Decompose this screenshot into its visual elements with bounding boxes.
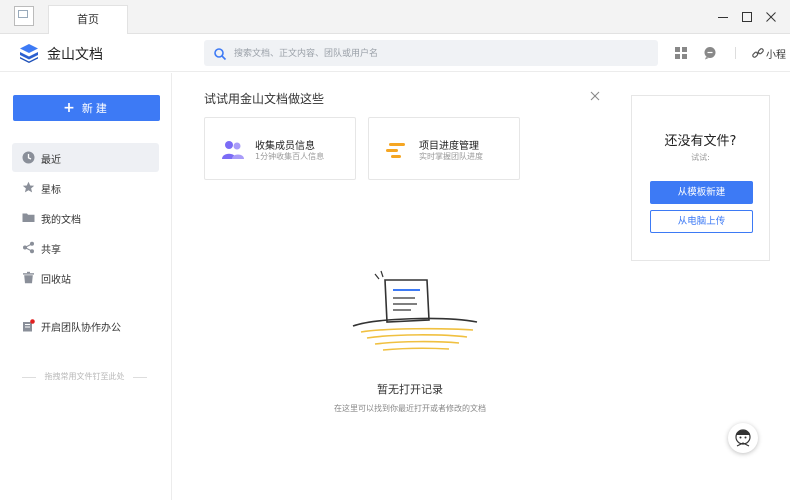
no-files-panel: 还没有文件? 试试: 从模板新建 从电脑上传 <box>631 95 770 261</box>
link-icon[interactable] <box>751 45 765 59</box>
sidebar-item-trash[interactable]: 回收站 <box>12 263 159 292</box>
sidebar-item-label: 星标 <box>41 185 61 196</box>
sidebar-item-label: 回收站 <box>41 275 71 286</box>
drop-pin-hint: 拖拽常用文件钉至此处 <box>22 371 147 383</box>
search-input[interactable]: 搜索文档、正文内容、团队或用户名 <box>204 40 658 66</box>
plus-icon: + <box>63 100 78 116</box>
brand-logo-icon <box>18 42 40 64</box>
user-name[interactable]: 小程 <box>766 46 786 61</box>
minimize-icon[interactable] <box>714 8 732 26</box>
new-button[interactable]: + 新建 <box>13 95 160 121</box>
card-title: 收集成员信息 <box>255 141 315 152</box>
sidebar-item-team[interactable]: 开启团队协作办公 <box>12 311 159 340</box>
card-collect-members[interactable]: 收集成员信息 1分钟收集百人信息 <box>204 117 356 180</box>
try-section-title: 试试用金山文档做这些 <box>204 92 325 106</box>
card-title: 项目进度管理 <box>419 141 479 152</box>
team-icon <box>22 319 35 332</box>
progress-icon <box>385 138 409 162</box>
card-subtitle: 实时掌握团队进度 <box>419 152 483 161</box>
search-placeholder: 搜索文档、正文内容、团队或用户名 <box>234 49 379 59</box>
sidebar-item-label: 开启团队协作办公 <box>41 323 121 334</box>
title-bar: 首页 <box>0 0 790 35</box>
assistant-icon[interactable] <box>728 423 758 453</box>
folder-icon <box>22 211 35 224</box>
sidebar-item-recent[interactable]: 最近 <box>12 143 159 172</box>
header-divider <box>735 47 736 59</box>
empty-state-title: 暂无打开记录 <box>377 383 443 396</box>
panel-subtitle: 试试: <box>691 153 710 162</box>
star-icon <box>22 181 35 194</box>
sidebar: + 新建 最近 星标 我的文档 共享 回收站 开启团队协作办公 拖拽常用文件钉至… <box>0 73 172 500</box>
sidebar-item-label: 共享 <box>41 245 61 256</box>
trash-icon <box>22 271 35 284</box>
sidebar-item-label: 我的文档 <box>41 215 81 226</box>
sidebar-item-my-docs[interactable]: 我的文档 <box>12 203 159 232</box>
share-icon <box>22 241 35 254</box>
sidebar-item-starred[interactable]: 星标 <box>12 173 159 202</box>
members-icon <box>221 138 245 162</box>
close-icon[interactable] <box>588 89 602 107</box>
brand-name: 金山文档 <box>47 47 103 63</box>
app-header: 金山文档 搜索文档、正文内容、团队或用户名 小程 <box>0 34 790 72</box>
search-icon <box>213 46 227 61</box>
app-icon <box>14 6 34 26</box>
new-button-label: 新建 <box>81 102 110 115</box>
sidebar-item-shared[interactable]: 共享 <box>12 233 159 262</box>
upload-from-computer-button[interactable]: 从电脑上传 <box>650 210 753 233</box>
sidebar-item-label: 最近 <box>41 155 61 166</box>
empty-boat-illustration <box>345 268 485 358</box>
panel-title: 还没有文件? <box>664 134 737 149</box>
message-icon[interactable] <box>703 45 717 60</box>
close-icon[interactable] <box>762 8 780 26</box>
card-subtitle: 1分钟收集百人信息 <box>255 152 325 161</box>
grid-icon[interactable] <box>674 45 688 59</box>
empty-state-subtitle: 在这里可以找到你最近打开或者修改的文档 <box>334 404 486 413</box>
maximize-icon[interactable] <box>738 8 756 26</box>
tab-home[interactable]: 首页 <box>48 5 128 35</box>
card-project-progress[interactable]: 项目进度管理 实时掌握团队进度 <box>368 117 520 180</box>
clock-icon <box>22 151 35 164</box>
new-from-template-button[interactable]: 从模板新建 <box>650 181 753 204</box>
